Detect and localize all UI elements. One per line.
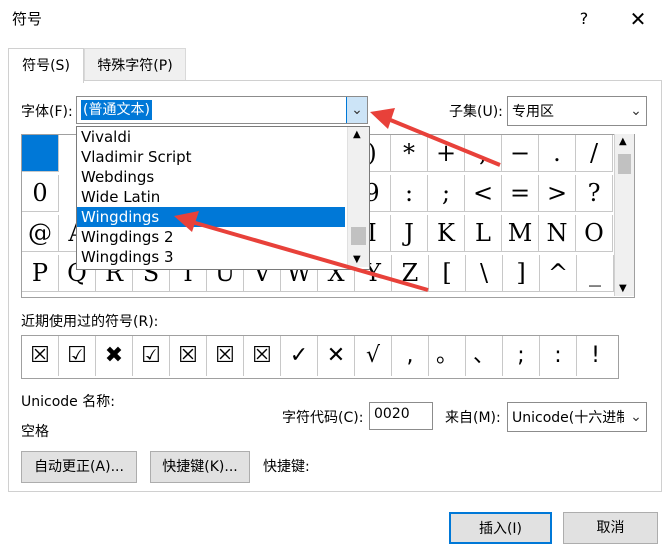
recent-symbols-row[interactable]: ☒ ☑ ✖ ☑ ☒ ☒ ☒ ✓ ✕ √ , 。 、 ; : ! <box>21 335 619 379</box>
scroll-down-icon[interactable]: ▼ <box>353 254 361 265</box>
from-combobox[interactable]: Unicode(十六进制) ⌄ <box>507 402 647 432</box>
cancel-button[interactable]: 取消 <box>563 512 658 544</box>
symbol-cell[interactable]: [ <box>429 255 466 292</box>
unicode-name-label: Unicode 名称: <box>21 394 115 410</box>
symbol-cell[interactable]: N <box>539 215 576 252</box>
symbol-cell[interactable]: J <box>391 215 428 252</box>
font-option[interactable]: Wide Latin <box>77 187 345 207</box>
subset-value: 专用区 <box>512 104 554 120</box>
font-option[interactable]: Wingdings 3 <box>77 247 345 267</box>
font-dropdown-list[interactable]: Vivaldi Vladimir Script Webdings Wide La… <box>76 126 370 270</box>
chevron-down-icon[interactable]: ⌄ <box>626 404 646 430</box>
chevron-down-icon[interactable]: ⌄ <box>346 97 367 123</box>
symbol-cell[interactable]: P <box>22 255 59 292</box>
font-option[interactable]: Vladimir Script <box>77 147 345 167</box>
tab-special-characters[interactable]: 特殊字符(P) <box>84 48 186 81</box>
symbol-cell[interactable]: − <box>502 135 539 172</box>
chevron-down-icon[interactable]: ⌄ <box>626 98 646 124</box>
subset-combobox[interactable]: 专用区 ⌄ <box>507 96 647 126</box>
scroll-thumb[interactable] <box>351 227 366 245</box>
recent-symbols-label: 近期使用过的符号(R): <box>21 314 159 330</box>
font-combobox[interactable]: (普通文本) ⌄ <box>76 96 368 124</box>
tab-strip: 符号(S) 特殊字符(P) <box>8 48 662 83</box>
shortcut-label: 快捷键: <box>263 459 310 475</box>
symbol-cell[interactable]: M <box>502 215 539 252</box>
recent-symbol[interactable]: 、 <box>466 336 503 376</box>
recent-symbol[interactable]: ☒ <box>170 336 207 376</box>
recent-symbol[interactable]: ☒ <box>244 336 281 376</box>
grid-scrollbar[interactable]: ▲ ▼ <box>614 134 634 296</box>
recent-symbol[interactable]: 。 <box>429 336 466 376</box>
symbol-cell-selected[interactable] <box>22 135 59 172</box>
scroll-up-icon[interactable]: ▲ <box>619 136 627 147</box>
recent-symbol[interactable]: ☑ <box>59 336 96 376</box>
dropdown-scrollbar[interactable]: ▲ ▼ <box>347 127 369 267</box>
font-combobox-value[interactable]: (普通文本) <box>81 100 152 120</box>
dialog-title: 符号 <box>12 10 43 28</box>
font-option-selected[interactable]: Wingdings <box>77 207 345 227</box>
recent-symbol[interactable]: ☒ <box>207 336 244 376</box>
symbol-cell[interactable]: * <box>391 135 428 172</box>
symbol-cell[interactable]: < <box>465 175 502 212</box>
symbol-cell[interactable]: ? <box>576 175 613 212</box>
symbol-cell[interactable]: , <box>465 135 502 172</box>
recent-symbol[interactable]: ✕ <box>318 336 355 376</box>
unicode-name-value: 空格 <box>21 424 49 440</box>
from-value: Unicode(十六进制) <box>512 410 624 426</box>
char-code-label: 字符代码(C): <box>282 410 364 426</box>
recent-symbol[interactable]: √ <box>355 336 392 376</box>
symbol-cell[interactable]: / <box>576 135 613 172</box>
font-option[interactable]: Vivaldi <box>77 127 345 147</box>
subset-label: 子集(U): <box>449 104 503 120</box>
char-code-value[interactable]: 0020 <box>374 406 410 422</box>
recent-symbol[interactable]: ☑ <box>133 336 170 376</box>
recent-symbol[interactable]: ; <box>503 336 540 376</box>
symbol-cell[interactable]: > <box>539 175 576 212</box>
symbol-cell[interactable]: Z <box>392 255 429 292</box>
scroll-thumb[interactable] <box>618 154 631 174</box>
shortcut-key-button[interactable]: 快捷键(K)... <box>150 451 250 483</box>
autocorrect-button[interactable]: 自动更正(A)... <box>21 451 137 483</box>
close-button[interactable]: ✕ <box>624 6 652 32</box>
symbol-cell[interactable]: \ <box>466 255 503 292</box>
symbol-cell[interactable]: 0 <box>22 175 59 212</box>
symbol-cell[interactable]: @ <box>22 215 59 252</box>
symbol-cell[interactable]: + <box>428 135 465 172</box>
symbol-cell[interactable]: : <box>391 175 428 212</box>
symbol-cell[interactable]: _ <box>577 255 614 292</box>
symbol-cell[interactable]: ] <box>503 255 540 292</box>
from-label: 来自(M): <box>445 410 501 426</box>
symbol-cell[interactable]: ; <box>428 175 465 212</box>
help-button[interactable]: ? <box>572 6 596 32</box>
font-option[interactable]: Webdings <box>77 167 345 187</box>
recent-symbol[interactable]: ! <box>577 336 614 376</box>
tab-symbols[interactable]: 符号(S) <box>8 48 84 83</box>
font-option[interactable]: Wingdings 2 <box>77 227 345 247</box>
symbol-cell[interactable]: = <box>502 175 539 212</box>
scroll-down-icon[interactable]: ▼ <box>619 283 627 294</box>
recent-symbol[interactable]: ✓ <box>281 336 318 376</box>
title-bar <box>0 0 670 40</box>
recent-symbol[interactable]: , <box>392 336 429 376</box>
recent-symbol[interactable]: ✖ <box>96 336 133 376</box>
symbol-cell[interactable]: ^ <box>540 255 577 292</box>
scroll-up-icon[interactable]: ▲ <box>353 129 361 140</box>
insert-button[interactable]: 插入(I) <box>449 512 552 544</box>
symbol-cell[interactable]: O <box>576 215 613 252</box>
recent-symbol[interactable]: ☒ <box>22 336 59 376</box>
recent-symbol[interactable]: : <box>540 336 577 376</box>
symbol-cell[interactable]: L <box>465 215 502 252</box>
char-code-input[interactable]: 0020 <box>369 402 433 430</box>
font-label: 字体(F): <box>21 104 73 120</box>
symbol-cell[interactable]: . <box>539 135 576 172</box>
symbol-cell[interactable]: K <box>428 215 465 252</box>
